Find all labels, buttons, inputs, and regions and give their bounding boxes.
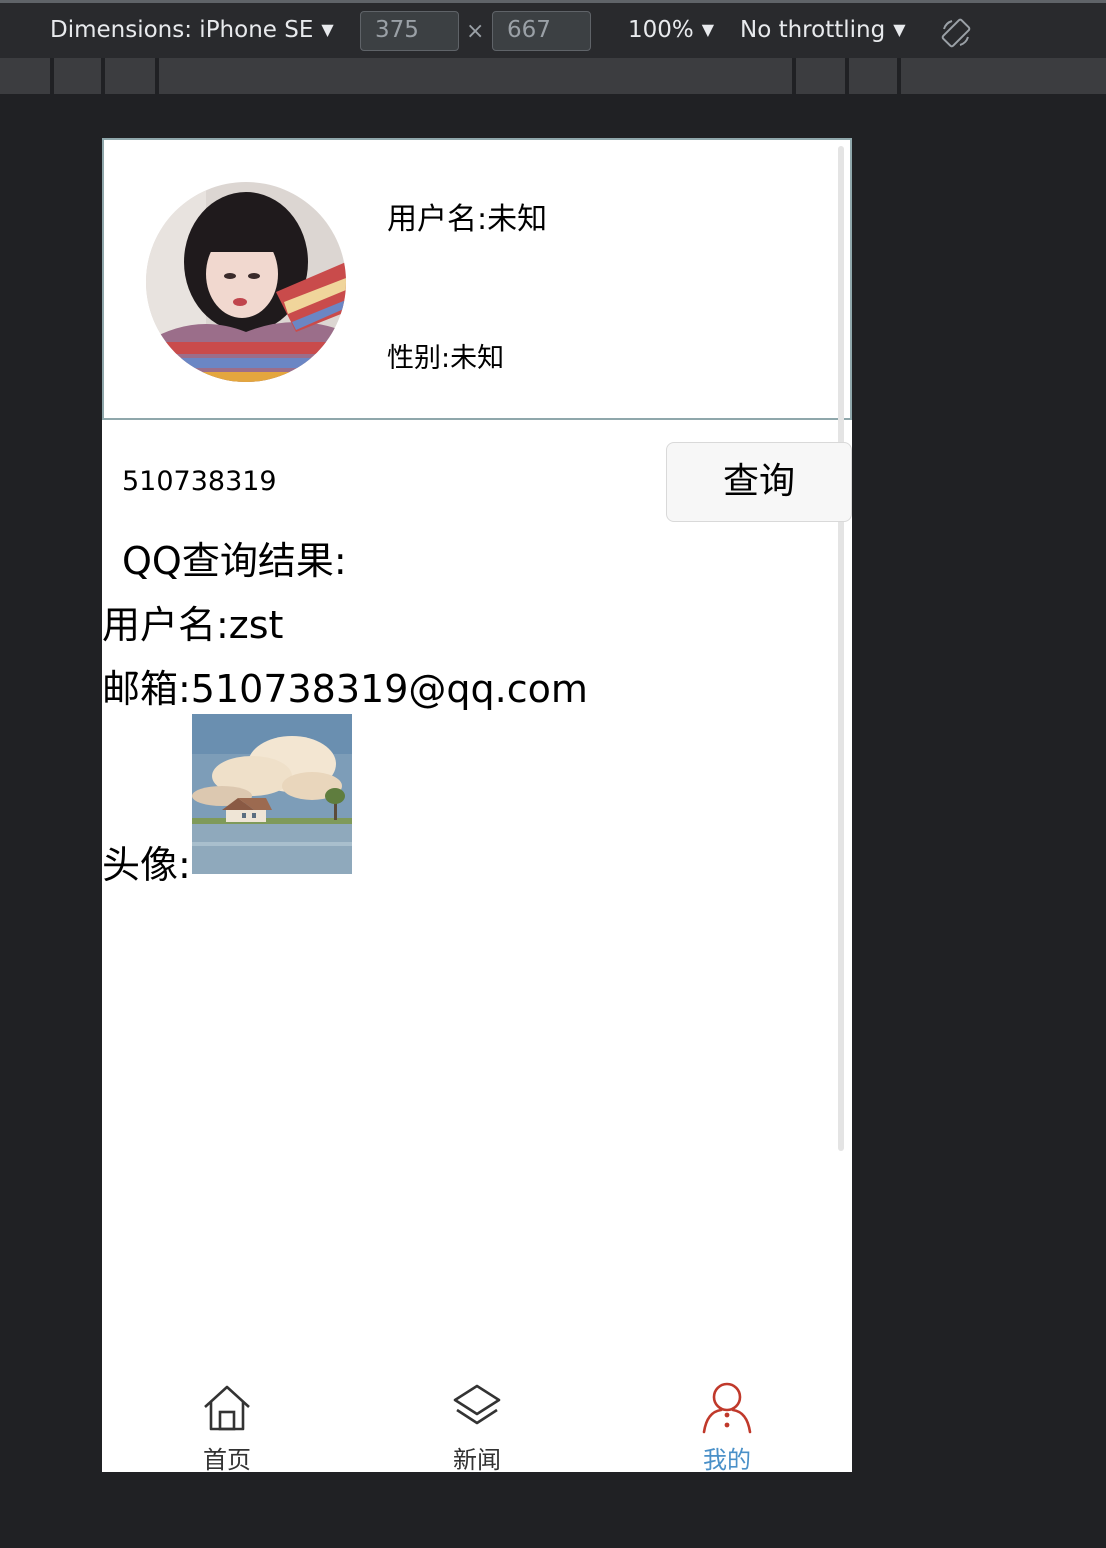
media-query-segment[interactable] bbox=[155, 58, 159, 94]
user-icon bbox=[702, 1382, 752, 1434]
viewport-width-input[interactable]: 375 bbox=[360, 11, 459, 51]
result-avatar-label: 头像: bbox=[102, 843, 191, 887]
throttling-dropdown[interactable]: No throttling ▼ bbox=[740, 17, 906, 43]
media-query-segment[interactable] bbox=[897, 58, 901, 94]
qq-number-input[interactable] bbox=[122, 456, 642, 506]
dropdown-caret-icon: ▼ bbox=[893, 20, 906, 39]
query-button[interactable]: 查询 bbox=[666, 442, 852, 522]
media-query-segment[interactable] bbox=[792, 58, 796, 94]
profile-username: 用户名:未知 bbox=[387, 202, 548, 237]
dropdown-caret-icon: ▼ bbox=[321, 20, 334, 39]
device-dimensions-label: Dimensions: iPhone SE bbox=[50, 17, 314, 43]
profile-card: 用户名:未知 性别:未知 bbox=[102, 138, 852, 420]
tab-news-label: 新闻 bbox=[453, 1446, 501, 1472]
scrollbar[interactable] bbox=[838, 146, 844, 1151]
avatar bbox=[146, 182, 346, 382]
tab-news[interactable]: 新闻 bbox=[352, 1374, 602, 1472]
profile-gender: 性别:未知 bbox=[387, 343, 505, 374]
rotate-icon[interactable] bbox=[940, 17, 972, 49]
phone-viewport: 用户名:未知 性别:未知 查询 QQ查询结果: 用户名:zst 邮箱:51073… bbox=[102, 138, 852, 1472]
zoom-label: 100% bbox=[628, 17, 694, 43]
viewport-height-input[interactable]: 667 bbox=[492, 11, 591, 51]
zoom-dropdown[interactable]: 100% ▼ bbox=[628, 17, 714, 43]
result-avatar-image bbox=[192, 714, 352, 874]
media-query-segment[interactable] bbox=[50, 58, 54, 94]
media-query-segment[interactable] bbox=[845, 58, 849, 94]
dimension-separator: × bbox=[466, 19, 485, 44]
avatar-image bbox=[146, 182, 346, 382]
result-title: QQ查询结果: bbox=[122, 539, 347, 583]
tab-home-label: 首页 bbox=[203, 1446, 251, 1472]
media-query-segment[interactable] bbox=[101, 58, 105, 94]
layers-icon bbox=[453, 1384, 501, 1425]
result-username: 用户名:zst bbox=[102, 603, 284, 647]
home-icon bbox=[204, 1385, 250, 1431]
tab-bar: 首页 新闻 我的 bbox=[102, 1374, 852, 1472]
device-dimensions-dropdown[interactable]: Dimensions: iPhone SE ▼ bbox=[50, 17, 334, 43]
media-query-bar bbox=[0, 58, 1106, 94]
devtools-device-toolbar: Dimensions: iPhone SE ▼ 375 × 667 100% ▼ N… bbox=[0, 0, 1106, 58]
landscape-image bbox=[192, 714, 352, 874]
result-email: 邮箱:510738319@qq.com bbox=[102, 667, 588, 711]
tab-mine[interactable]: 我的 bbox=[602, 1374, 852, 1472]
dropdown-caret-icon: ▼ bbox=[701, 20, 715, 39]
throttling-label: No throttling bbox=[740, 17, 886, 43]
tab-home[interactable]: 首页 bbox=[102, 1374, 352, 1472]
tab-mine-label: 我的 bbox=[703, 1446, 751, 1472]
